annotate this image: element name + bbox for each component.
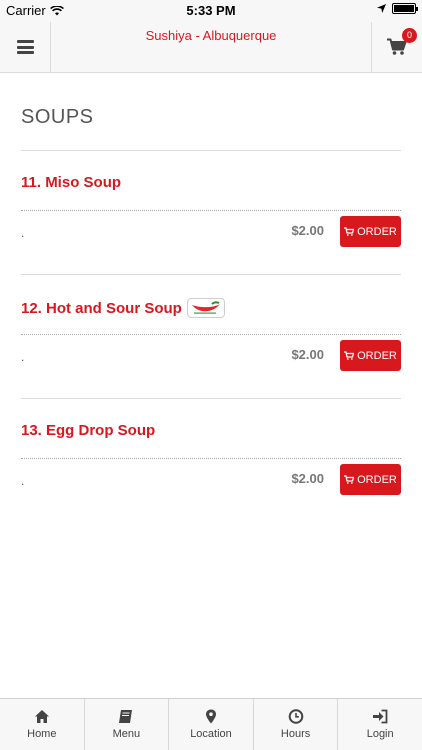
chili-pepper-icon: [186, 298, 225, 318]
order-button[interactable]: ORDER: [340, 464, 401, 495]
map-marker-icon: [205, 709, 216, 724]
tab-menu[interactable]: Menu: [85, 699, 170, 750]
menu-button[interactable]: [0, 22, 51, 72]
tab-label: Hours: [280, 728, 311, 740]
cart-icon: [344, 227, 355, 236]
item-price: $2.00: [291, 347, 324, 362]
item-price: $2.00: [291, 223, 324, 238]
cart-icon: [344, 475, 355, 484]
menu-item: 12. Hot and Sour Soup . $2.00 ORDER: [21, 275, 401, 399]
cart-button[interactable]: 0: [371, 22, 422, 72]
status-bar: Carrier 5:33 PM: [0, 0, 422, 22]
item-name: 13. Egg Drop Soup: [21, 422, 156, 439]
tab-hours[interactable]: Hours: [254, 699, 339, 750]
item-price: $2.00: [291, 471, 324, 486]
tab-location[interactable]: Location: [169, 699, 254, 750]
order-button-label: ORDER: [357, 225, 397, 238]
dotted-divider: [21, 458, 401, 459]
order-button[interactable]: ORDER: [340, 340, 401, 371]
tab-label: Home: [27, 728, 57, 740]
item-description: .: [21, 226, 25, 240]
page-title: Sushiya - Albuquerque: [145, 28, 277, 43]
cart-icon: [344, 351, 355, 360]
menu-content: SOUPS 11. Miso Soup . $2.00 ORDER 12. Ho…: [21, 73, 401, 523]
status-right: [377, 3, 418, 14]
status-time: 5:33 PM: [186, 3, 236, 18]
dotted-divider: [21, 334, 401, 335]
item-name: 12. Hot and Sour Soup: [21, 298, 225, 318]
location-arrow-icon: [377, 4, 386, 13]
app-header: Sushiya - Albuquerque 0: [0, 22, 422, 73]
tab-login[interactable]: Login: [338, 699, 422, 750]
menu-item: 13. Egg Drop Soup . $2.00 ORDER: [21, 399, 401, 523]
bottom-tab-bar: Home Menu Location Hours Login: [0, 698, 422, 750]
item-name: 11. Miso Soup: [21, 174, 122, 191]
battery-icon: [392, 3, 418, 14]
order-button-label: ORDER: [357, 473, 397, 486]
tab-home[interactable]: Home: [0, 699, 85, 750]
login-icon: [373, 709, 388, 724]
item-description: .: [21, 350, 25, 364]
cart-count-badge: 0: [402, 28, 417, 43]
tab-label: Location: [190, 728, 232, 740]
menu-item: 11. Miso Soup . $2.00 ORDER: [21, 151, 401, 275]
order-button-label: ORDER: [357, 349, 397, 362]
order-button[interactable]: ORDER: [340, 216, 401, 247]
section-title: SOUPS: [21, 106, 94, 128]
tab-label: Menu: [112, 728, 141, 740]
home-icon: [34, 710, 49, 723]
tab-label: Login: [366, 728, 394, 740]
dotted-divider: [21, 210, 401, 211]
hamburger-icon: [16, 40, 34, 54]
item-description: .: [21, 474, 25, 488]
clock-icon: [288, 709, 303, 724]
book-icon: [119, 710, 133, 723]
